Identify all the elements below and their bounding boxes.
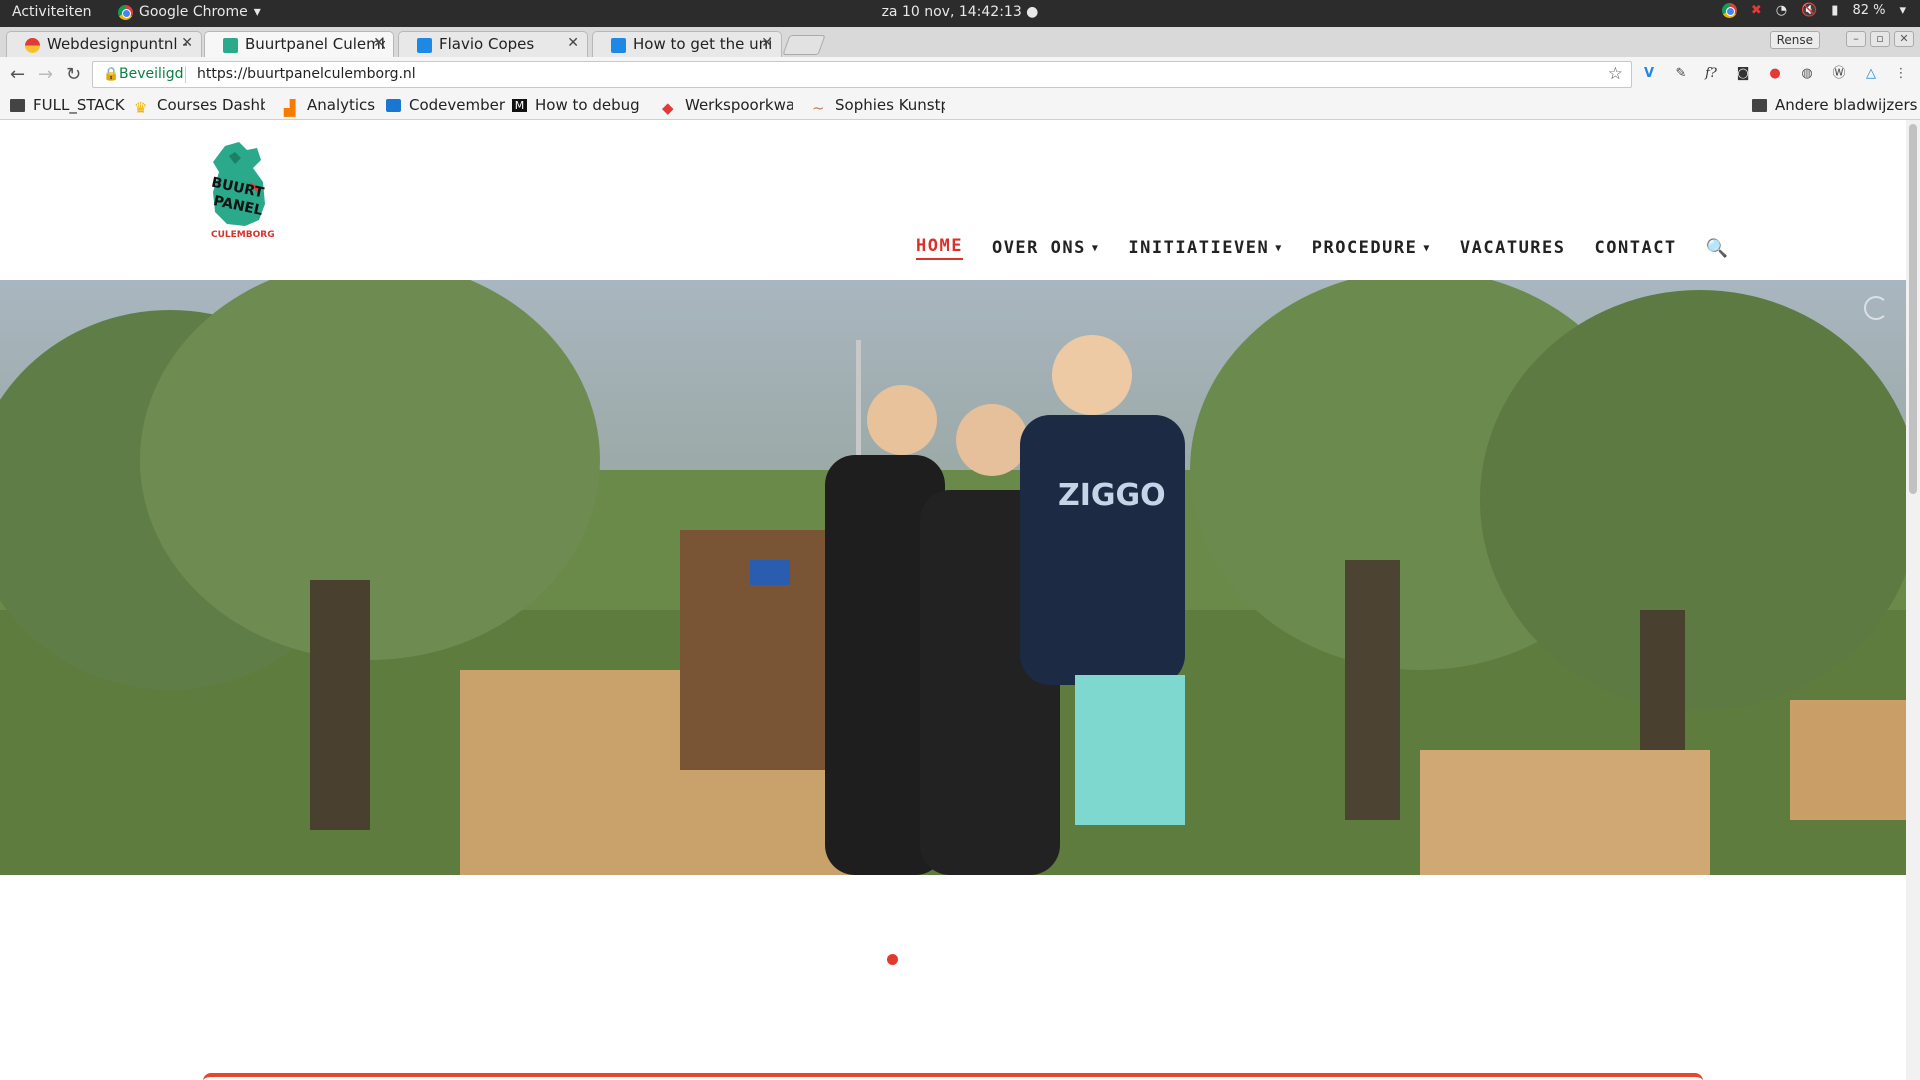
minimize-button[interactable]: – <box>1846 31 1866 47</box>
adblock-extension-icon[interactable]: ● <box>1766 65 1784 83</box>
new-tab-button[interactable] <box>782 35 826 55</box>
bookmark-codevember[interactable]: Codevember <box>386 96 505 114</box>
nav-initiatieven[interactable]: INITIATIEVEN ▼ <box>1128 238 1282 258</box>
slider-dot-4[interactable] <box>954 952 969 967</box>
shirt-sponsor-text: ZIGGO <box>1058 478 1166 513</box>
chrome-menu-icon[interactable]: ⋮ <box>1892 65 1910 83</box>
bookmark-analytics[interactable]: ▟ Analytics <box>284 96 375 117</box>
url-text[interactable]: https://buurtpanelculemborg.nl <box>197 66 416 82</box>
slider-dot-5[interactable] <box>977 952 992 967</box>
chrome-tray-icon[interactable] <box>1721 3 1737 18</box>
page-scrollbar[interactable] <box>1906 120 1920 1080</box>
wordpress-extension-icon[interactable]: Ⓦ <box>1830 65 1848 83</box>
font-extension-icon[interactable]: f? <box>1702 65 1720 83</box>
diamond-icon: ◆ <box>662 98 674 117</box>
nav-procedure[interactable]: PROCEDURE ▼ <box>1312 238 1431 258</box>
tab-strip: Webdesignpuntnl - ✕ Buurtpanel Culemb ✕ … <box>0 27 1920 57</box>
browser-toolbar: ← → ↻ 🔒 Beveiligd https://buurtpanelcule… <box>0 57 1920 92</box>
slider-loading-icon <box>1864 296 1888 320</box>
chevron-down-icon: ▼ <box>1275 242 1283 254</box>
hero-photo: ZIGGO <box>0 280 1906 875</box>
close-icon[interactable]: ✕ <box>181 35 193 51</box>
analytics-icon: ▟ <box>284 98 296 117</box>
buurtpanel-favicon-icon <box>223 38 238 53</box>
bookmark-how-to-debug[interactable]: M How to debug r <box>512 96 643 114</box>
battery-percent: 82 % <box>1852 3 1886 18</box>
chevron-down-icon: ▼ <box>1091 242 1100 254</box>
flavio-favicon-icon <box>611 38 626 53</box>
tab-buurtpanel[interactable]: Buurtpanel Culemb ✕ <box>204 31 394 57</box>
lock-icon[interactable]: 🔒 <box>103 67 119 82</box>
address-bar[interactable]: 🔒 Beveiligd https://buurtpanelculemborg.… <box>92 61 1632 88</box>
web-page: BUURT PANEL CULEMBORG HOME OVER ONS ▼ INI… <box>0 120 1906 1080</box>
slider-dot-2[interactable] <box>908 952 923 967</box>
nav-over-ons[interactable]: OVER ONS ▼ <box>992 238 1099 258</box>
system-tray[interactable]: ✖ ◔ 🔇 ▮ 82 % ▾ <box>1721 3 1906 18</box>
close-icon[interactable]: ✕ <box>567 35 579 51</box>
site-logo[interactable]: BUURT PANEL CULEMBORG <box>205 142 275 242</box>
nav-vacatures[interactable]: VACATURES <box>1460 238 1566 258</box>
folder-icon <box>1752 98 1767 112</box>
webdesign-favicon-icon <box>25 38 40 53</box>
bookmark-full-stack[interactable]: FULL_STACK <box>10 96 125 114</box>
bookmark-other[interactable]: Andere bladwijzers <box>1752 96 1917 114</box>
art-icon: ~ <box>812 98 825 117</box>
bookmark-werkspoor[interactable]: ◆ Werkspoorkwar <box>662 96 793 117</box>
pencil-extension-icon[interactable]: ✎ <box>1672 65 1690 83</box>
forward-button[interactable]: → <box>38 64 53 85</box>
bookmark-sophies[interactable]: ~ Sophies Kunstp <box>812 96 945 117</box>
power-menu-icon[interactable]: ▾ <box>1899 3 1906 18</box>
volume-icon[interactable]: 🔇 <box>1801 3 1817 18</box>
search-icon[interactable]: 🔍 <box>1706 238 1730 259</box>
tab-flavio-copes[interactable]: Flavio Copes ✕ <box>398 31 588 57</box>
slider-pagination <box>885 952 1015 967</box>
slider-dot-1[interactable] <box>885 952 900 967</box>
secure-label[interactable]: Beveiligd <box>119 66 184 82</box>
back-button[interactable]: ← <box>10 64 25 85</box>
tab-webdesignpunt[interactable]: Webdesignpuntnl - ✕ <box>6 31 202 57</box>
battery-icon[interactable]: ▮ <box>1831 3 1838 18</box>
codevember-icon <box>386 98 401 112</box>
flavio-favicon-icon <box>417 38 432 53</box>
system-top-bar: Activiteiten Google Chrome ▾ za 10 nov, … <box>0 0 1920 27</box>
content-section-border <box>203 1073 1703 1080</box>
slider-dot-3[interactable] <box>931 952 946 967</box>
profile-button[interactable]: Rense <box>1769 31 1820 49</box>
main-navigation: HOME OVER ONS ▼ INITIATIEVEN ▼ PROCEDURE ▼ … <box>916 236 1759 260</box>
close-icon[interactable]: ✕ <box>373 35 385 51</box>
clock[interactable]: za 10 nov, 14:42:13 ● <box>0 4 1920 20</box>
vuejs-extension-icon[interactable]: V <box>1640 65 1658 83</box>
window-controls: – ▫ ✕ <box>1846 31 1914 47</box>
scrollbar-thumb[interactable] <box>1909 124 1917 494</box>
crown-icon: ♛ <box>134 98 148 117</box>
close-window-button[interactable]: ✕ <box>1894 31 1914 47</box>
slider-dot-6[interactable] <box>1000 952 1015 967</box>
chevron-down-icon: ▼ <box>1423 242 1431 254</box>
globe-extension-icon[interactable]: ◍ <box>1798 65 1816 83</box>
bookmarks-bar: FULL_STACK ♛ Courses Dashbo ▟ Analytics … <box>0 92 1920 120</box>
hero-slider-image[interactable]: ZIGGO <box>0 280 1906 875</box>
close-icon[interactable]: ✕ <box>761 35 773 51</box>
nav-home[interactable]: HOME <box>916 236 963 260</box>
bookmark-star-icon[interactable]: ☆ <box>1608 64 1623 84</box>
drive-extension-icon[interactable]: △ <box>1862 65 1880 83</box>
dropbox-error-icon[interactable]: ✖ <box>1751 3 1762 18</box>
wifi-icon[interactable]: ◔ <box>1776 3 1787 18</box>
folder-icon <box>10 98 25 112</box>
maximize-button[interactable]: ▫ <box>1870 31 1890 47</box>
pocket-extension-icon[interactable]: ◙ <box>1734 65 1752 83</box>
medium-icon: M <box>512 98 527 112</box>
tab-how-to-get[interactable]: How to get the unic ✕ <box>592 31 782 57</box>
reload-button[interactable]: ↻ <box>66 64 81 85</box>
bookmark-courses[interactable]: ♛ Courses Dashbo <box>134 96 265 117</box>
nav-contact[interactable]: CONTACT <box>1595 238 1677 258</box>
logo-text-culemborg: CULEMBORG <box>211 230 275 240</box>
